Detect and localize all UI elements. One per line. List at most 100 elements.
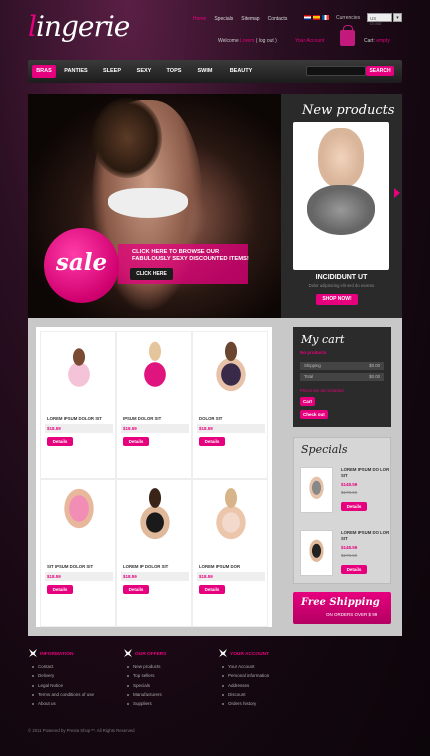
product-image[interactable] [45, 336, 113, 406]
footer-heading: OUR OFFERS [135, 652, 167, 657]
product-name[interactable]: LOREM IPSUM DOR [199, 564, 240, 569]
logo[interactable]: lingerie [28, 10, 130, 43]
cart-button[interactable]: Cart [300, 397, 316, 406]
footer-link[interactable]: Contact [30, 664, 94, 669]
nav-sleep[interactable]: SLEEP [98, 65, 126, 78]
currency-label: Currencies [336, 15, 361, 21]
top-link-contacts[interactable]: Contacts [268, 16, 288, 22]
your-account-link[interactable]: Your Account [295, 38, 324, 44]
footer-link[interactable]: Orders history [220, 701, 269, 706]
product-name[interactable]: LOREM IPSUM DOLOR SIT [47, 416, 102, 421]
footer-link[interactable]: About us [30, 701, 94, 706]
details-button[interactable]: Details [123, 585, 149, 594]
currency-dropdown-icon[interactable]: ▾ [393, 13, 402, 22]
footer-link[interactable]: Addresses [220, 683, 269, 688]
footer-link[interactable]: Your Account [220, 664, 269, 669]
special-old-price: $179.69 [341, 553, 358, 558]
footer-link[interactable]: Terms and conditions of use [30, 692, 94, 697]
top-link-specials[interactable]: Specials [214, 16, 233, 22]
special-details-button[interactable]: Details [341, 565, 367, 574]
nav-sexy[interactable]: SEXY [132, 65, 156, 78]
product-image[interactable] [121, 484, 189, 554]
product-name[interactable]: DOLOR SIT [199, 416, 222, 421]
footer-link[interactable]: Delivery [30, 673, 94, 678]
footer-heading: INFORMATION [40, 652, 94, 657]
nav-beauty[interactable]: BEAUTY [224, 65, 258, 78]
checkout-button[interactable]: Check out [300, 410, 328, 419]
top-link-sitemap[interactable]: Sitemap [241, 16, 259, 22]
product-image[interactable] [121, 336, 189, 406]
nav-swim[interactable]: SWIM [192, 65, 218, 78]
click-here-button[interactable]: CLICK HERE [130, 268, 173, 280]
welcome-text: Welcome Lorem ( log out ) [218, 38, 277, 44]
new-product-model [318, 128, 364, 188]
language-flags [304, 15, 329, 20]
my-cart-title: My cart [301, 333, 345, 346]
footer-link[interactable]: Top sellers [125, 673, 166, 678]
product-name[interactable]: LOREM IP DOLOR SIT [123, 564, 168, 569]
flag-es-icon[interactable] [313, 15, 320, 20]
search-button[interactable]: SEARCH [366, 66, 394, 76]
nav-panties[interactable]: PANTIES [60, 65, 92, 78]
nav-bras[interactable]: BRAS [32, 65, 56, 78]
special-name[interactable]: LOREM IPSUM DO LOR SIT [341, 467, 391, 479]
footer-link[interactable]: Personal information [220, 673, 269, 678]
product-price: $18.59 [47, 574, 61, 579]
product-grid: LOREM IPSUM DOLOR SIT $18.59 Details IPS… [36, 327, 272, 627]
footer-link[interactable]: Discount [220, 692, 269, 697]
product-image[interactable] [197, 336, 265, 406]
special-image[interactable] [300, 467, 333, 513]
footer-link[interactable]: Suppliers [125, 701, 166, 706]
new-product-name[interactable]: INCIDIDUNT UT [281, 274, 402, 281]
product-name[interactable]: SIT IPSUM DOLOR SIT [47, 564, 93, 569]
sale-badge[interactable]: sale [44, 228, 119, 303]
banner-bra [108, 188, 188, 218]
product-image[interactable] [197, 484, 265, 554]
product-card: IPSUM DOLOR SIT $18.59 Details [116, 331, 192, 479]
top-links: Home Specials Sitemap Contacts [193, 16, 287, 22]
product-name[interactable]: IPSUM DOLOR SIT [123, 416, 161, 421]
nav-tops[interactable]: TOPS [162, 65, 186, 78]
special-price: $148.59 [341, 545, 358, 550]
special-old-price: $179.69 [341, 490, 358, 495]
tax-note: Prices are tax included [300, 388, 344, 393]
product-image[interactable] [45, 484, 113, 554]
flag-en-icon[interactable] [304, 15, 311, 20]
footer-link[interactable]: New products [125, 664, 166, 669]
footer-link[interactable]: Manufacturers [125, 692, 166, 697]
banner-text: CLICK HERE TO BROWSE OUR FABULOUSLY SEXY… [132, 249, 249, 262]
special-name[interactable]: LOREM IPSUM DO LOR SIT [341, 530, 391, 542]
footer-link[interactable]: Specials [125, 683, 166, 688]
cart-empty-text: No products [300, 350, 327, 355]
flag-fr-icon[interactable] [322, 15, 329, 20]
currency-select[interactable]: US Dollar [367, 13, 392, 26]
details-button[interactable]: Details [199, 437, 225, 446]
copyright: © 2011 Powered by Presta Shop™. All Righ… [28, 728, 135, 733]
special-price: $148.59 [341, 482, 358, 487]
shopping-bag-icon[interactable] [340, 25, 355, 46]
specials-title: Specials [301, 443, 348, 456]
logout-link[interactable]: ( log out ) [256, 38, 277, 44]
username-link[interactable]: Lorem [240, 38, 254, 44]
cart-total-row: $0.00 Total [300, 373, 384, 381]
details-button[interactable]: Details [123, 437, 149, 446]
cart-summary[interactable]: Cart: empty [364, 38, 390, 44]
shop-now-button[interactable]: SHOP NOW! [316, 294, 358, 305]
footer-link[interactable]: Legal Notice [30, 683, 94, 688]
search-input[interactable] [306, 66, 366, 76]
product-price: $18.59 [123, 574, 137, 579]
product-price: $18.59 [47, 426, 61, 431]
details-button[interactable]: Details [199, 585, 225, 594]
footer-account: YOUR ACCOUNT Your Account Personal infor… [220, 652, 269, 710]
next-arrow-icon[interactable] [394, 188, 400, 198]
details-button[interactable]: Details [47, 437, 73, 446]
free-shipping-subtitle: ON ORDERS OVER $ 99 [326, 612, 378, 617]
product-card: DOLOR SIT $18.59 Details [192, 331, 268, 479]
product-price: $18.59 [199, 426, 213, 431]
footer-heading: YOUR ACCOUNT [230, 652, 269, 657]
special-details-button[interactable]: Details [341, 502, 367, 511]
details-button[interactable]: Details [47, 585, 73, 594]
special-image[interactable] [300, 530, 333, 576]
product-card: LOREM IP DOLOR SIT $18.59 Details [116, 479, 192, 627]
top-link-home[interactable]: Home [193, 16, 206, 22]
